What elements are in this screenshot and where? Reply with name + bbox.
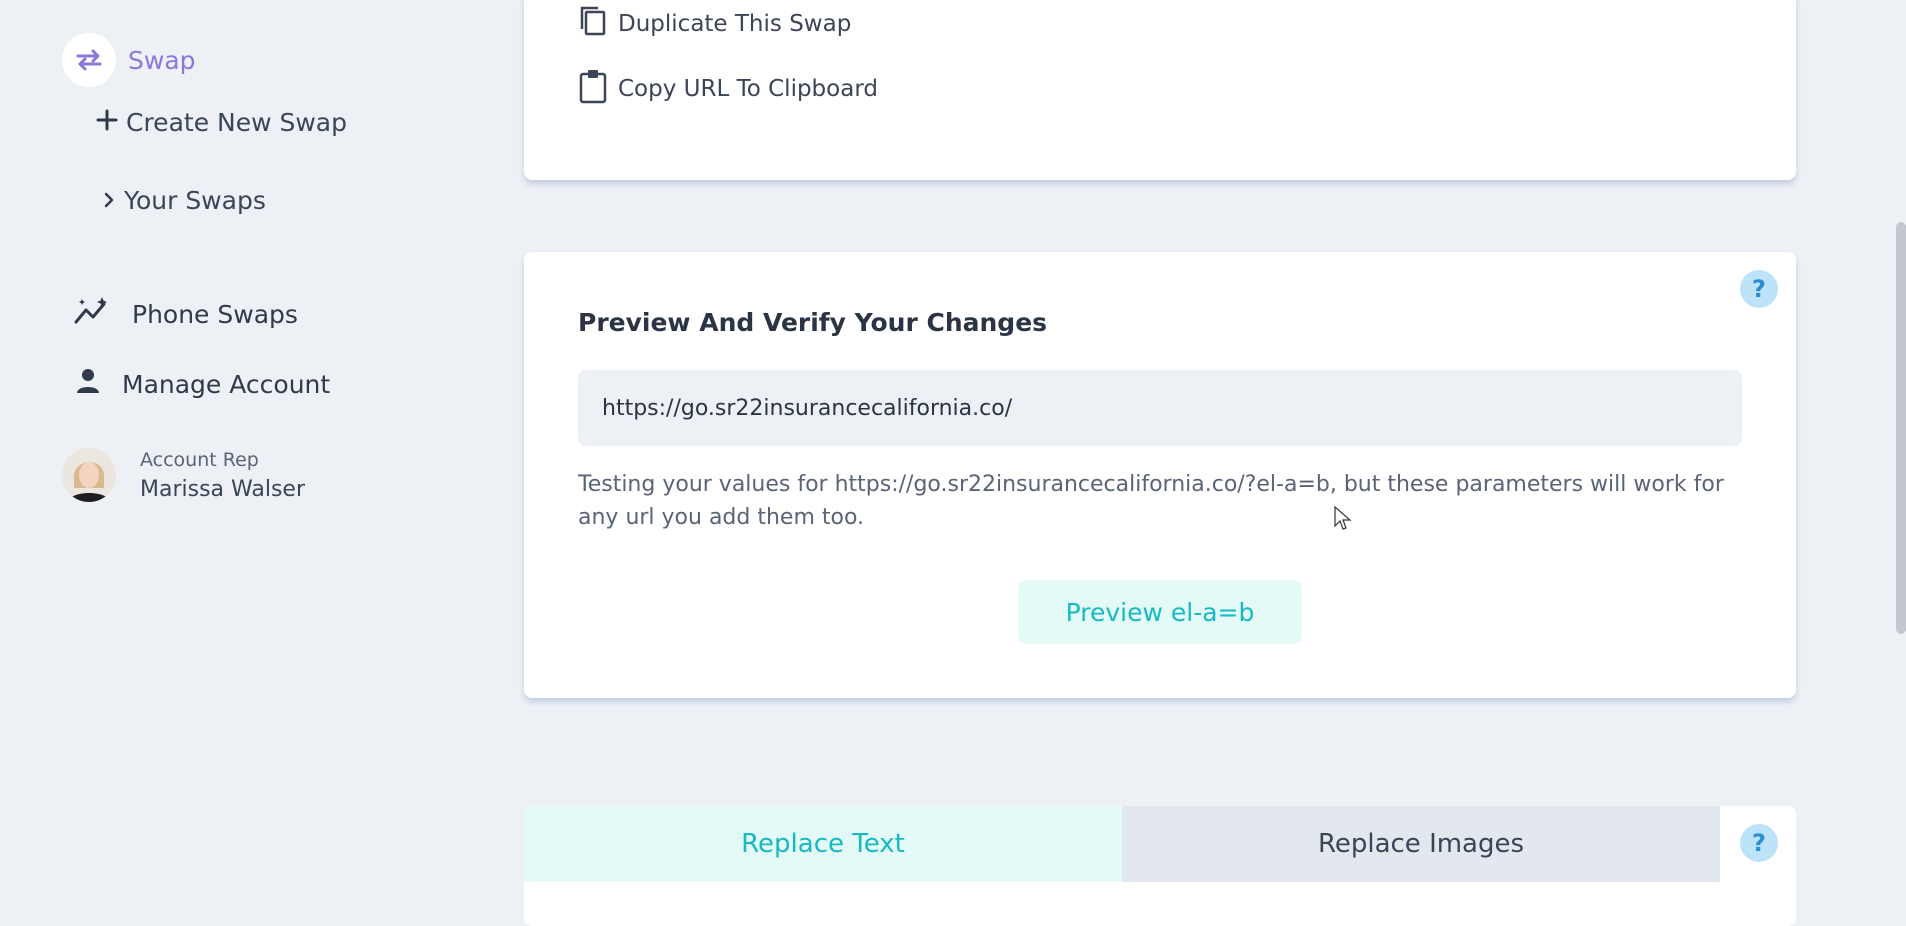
plus-icon xyxy=(96,108,118,137)
replace-tabs-card: Replace Text Replace Images ? xyxy=(524,806,1796,926)
scrollbar-thumb[interactable] xyxy=(1896,222,1906,634)
preview-url-input[interactable] xyxy=(578,370,1742,446)
avatar xyxy=(62,448,116,502)
duplicate-swap-button[interactable]: Duplicate This Swap xyxy=(578,4,851,44)
nav-phone-swaps-label: Phone Swaps xyxy=(132,299,298,329)
your-swaps-label: Your Swaps xyxy=(124,186,266,215)
copy-url-button[interactable]: Copy URL To Clipboard xyxy=(578,68,878,110)
copy-icon xyxy=(578,4,608,44)
your-swaps-link[interactable]: Your Swaps xyxy=(102,186,266,215)
person-icon xyxy=(76,368,100,400)
preview-help-icon[interactable]: ? xyxy=(1740,270,1778,308)
sparkle-chart-icon xyxy=(74,296,110,332)
chevron-right-icon xyxy=(102,186,116,215)
preview-card: ? Preview And Verify Your Changes Testin… xyxy=(524,252,1796,698)
nav-phone-swaps[interactable]: Phone Swaps xyxy=(74,296,298,332)
mouse-cursor-icon xyxy=(1334,505,1352,536)
account-rep-name: Marissa Walser xyxy=(140,476,305,502)
copy-url-label: Copy URL To Clipboard xyxy=(618,76,878,102)
duplicate-swap-label: Duplicate This Swap xyxy=(618,11,852,37)
nav-swap[interactable]: Swap xyxy=(62,33,196,87)
nav-swap-label: Swap xyxy=(128,45,196,75)
swap-icon xyxy=(62,33,116,87)
tabs-help-icon[interactable]: ? xyxy=(1740,824,1778,862)
preview-title: Preview And Verify Your Changes xyxy=(578,308,1048,337)
preview-testing-text: Testing your values for https://go.sr22i… xyxy=(578,472,1724,530)
sidebar: Swap Create New Swap Your Swaps Phone Sw… xyxy=(0,0,500,900)
clipboard-icon xyxy=(578,68,608,110)
create-new-swap-label: Create New Swap xyxy=(126,108,347,137)
nav-manage-account-label: Manage Account xyxy=(122,369,331,399)
account-rep-title: Account Rep xyxy=(140,448,259,471)
tab-replace-images[interactable]: Replace Images xyxy=(1122,806,1720,882)
create-new-swap-link[interactable]: Create New Swap xyxy=(96,108,347,137)
tab-replace-text[interactable]: Replace Text xyxy=(524,806,1122,882)
nav-manage-account[interactable]: Manage Account xyxy=(76,368,330,400)
account-rep: Account Rep Marissa Walser xyxy=(62,448,305,502)
swap-actions-card: Duplicate This Swap Copy URL To Clipboar… xyxy=(524,0,1796,180)
preview-button[interactable]: Preview el-a=b xyxy=(1018,580,1302,644)
